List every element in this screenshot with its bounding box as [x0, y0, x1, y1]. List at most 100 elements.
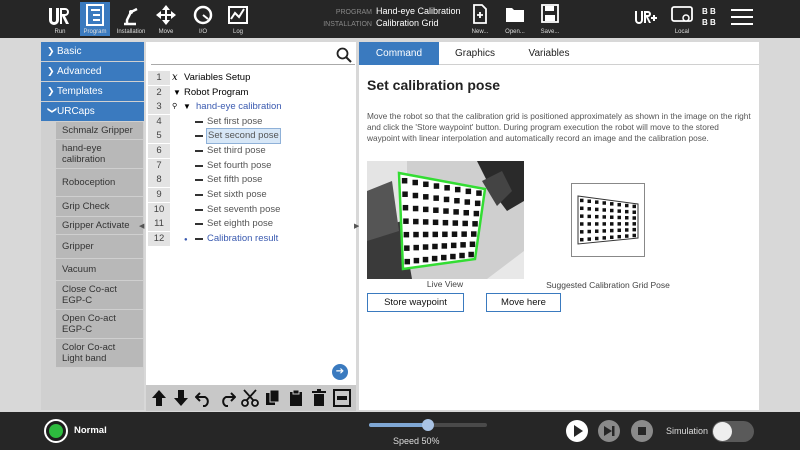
open-button[interactable]: Open...: [502, 2, 528, 36]
bb-indicator: B: [702, 7, 708, 16]
grid-dot: [422, 206, 429, 213]
grid-dot: [610, 228, 614, 233]
urcap-open-coact[interactable]: Open Co-act EGP-C: [56, 310, 143, 339]
grid-dot: [432, 219, 439, 226]
grid-dot: [460, 242, 466, 248]
grid-dot: [580, 206, 584, 211]
urcap-gripper-activate[interactable]: Gripper Activate: [56, 217, 143, 235]
search-field[interactable]: [151, 45, 355, 65]
urcap-close-coact[interactable]: Close Co-act EGP-C: [56, 281, 143, 310]
grid-dot: [413, 218, 419, 225]
category-advanced[interactable]: ❯ Advanced: [41, 62, 144, 81]
robot-arm-icon: [124, 7, 138, 26]
grid-dot: [587, 199, 591, 204]
undo-icon[interactable]: [195, 389, 213, 407]
urcap-hand-eye-calibration[interactable]: hand-eye calibration: [56, 140, 143, 169]
grid-dot: [625, 228, 629, 232]
nav-io[interactable]: I/O: [189, 2, 217, 36]
store-waypoint-button[interactable]: Store waypoint: [367, 293, 464, 312]
save-button[interactable]: Save...: [537, 2, 563, 36]
nav-log[interactable]: Log: [225, 2, 251, 36]
urcap-color-coact[interactable]: Color Co-act Light band: [56, 339, 143, 368]
urcap-vacuum[interactable]: Vacuum: [56, 259, 143, 281]
grid-dot: [441, 254, 447, 261]
tree-row[interactable]: 10 Set seventh pose: [146, 203, 356, 217]
local-control[interactable]: Local: [667, 2, 697, 36]
grid-dot: [580, 214, 584, 218]
tree-row[interactable]: 1 𝑥 Variables Setup: [146, 71, 356, 85]
expand-triangle-icon[interactable]: ▼: [183, 100, 191, 114]
speed-slider[interactable]: [369, 419, 487, 431]
tree-row[interactable]: 3 ⚲ ▼ hand-eye calibration: [146, 100, 356, 114]
expand-triangle-icon[interactable]: ▼: [173, 86, 181, 100]
grid-dot: [433, 183, 440, 189]
line-number: 1: [148, 71, 170, 85]
tree-row[interactable]: 6 Set third pose: [146, 144, 356, 158]
urcap-roboception[interactable]: Roboception: [56, 169, 143, 197]
grid-dot: [632, 216, 636, 220]
simulation-toggle[interactable]: [712, 421, 754, 442]
tree-row[interactable]: 8 Set fifth pose: [146, 173, 356, 187]
pose-node-icon: [195, 150, 203, 152]
tree-row[interactable]: 12 ● Calibration result: [146, 232, 356, 246]
grid-dot: [469, 241, 476, 248]
tree-row[interactable]: 9 Set sixth pose: [146, 188, 356, 202]
paste-clipboard-icon[interactable]: [287, 389, 305, 407]
nav-run[interactable]: Run: [48, 2, 72, 36]
grid-dot: [632, 204, 636, 209]
new-button[interactable]: New...: [467, 2, 493, 36]
menu-hamburger-icon[interactable]: [731, 9, 753, 27]
tab-command[interactable]: Command: [359, 42, 439, 65]
line-number: 3: [148, 100, 170, 114]
grid-dot: [462, 220, 468, 227]
tab-variables[interactable]: Variables: [511, 42, 587, 65]
grid-dot: [580, 237, 584, 242]
play-button[interactable]: [566, 420, 588, 442]
redo-icon[interactable]: [218, 389, 236, 407]
tree-row[interactable]: 4 Set first pose: [146, 115, 356, 129]
nav-installation[interactable]: Installation: [114, 2, 148, 36]
tab-bar: Command Graphics Variables: [359, 42, 759, 65]
tab-graphics[interactable]: Graphics: [439, 42, 511, 65]
nav-program[interactable]: Program: [80, 2, 110, 36]
grid-dot: [617, 234, 621, 239]
grid-dot: [474, 200, 481, 207]
step-button[interactable]: [598, 420, 620, 442]
tree-row-selected[interactable]: 5 Set second pose: [146, 128, 356, 144]
next-node-arrow-icon[interactable]: ➔: [332, 364, 348, 380]
grid-dot: [403, 231, 410, 238]
copy-icon[interactable]: [264, 389, 282, 407]
tree-row[interactable]: 11 Set eighth pose: [146, 217, 356, 231]
category-basic[interactable]: ❯ Basic: [41, 42, 144, 61]
top-bar: Run Program Installation Move I/O Log PR…: [0, 0, 800, 38]
tree-row[interactable]: 2 ▼ Robot Program: [146, 86, 356, 100]
cut-scissors-icon[interactable]: [241, 389, 259, 407]
category-templates[interactable]: ❯ Templates: [41, 82, 144, 101]
category-label: Templates: [57, 86, 103, 97]
line-number: 7: [148, 159, 170, 173]
tree-row[interactable]: 7 Set fourth pose: [146, 159, 356, 173]
category-urcaps[interactable]: ❯URCaps: [41, 102, 144, 121]
move-arrows-icon: [156, 5, 176, 25]
urcap-schmalz-gripper[interactable]: Schmalz Gripper: [56, 122, 143, 140]
move-here-button[interactable]: Move here: [486, 293, 561, 312]
tree-label: Set third pose: [207, 145, 266, 156]
move-down-icon[interactable]: [172, 389, 190, 407]
move-up-icon[interactable]: [150, 389, 168, 407]
status-indicator-icon[interactable]: [44, 419, 68, 443]
stop-button[interactable]: [631, 420, 653, 442]
search-icon[interactable]: [336, 47, 352, 63]
suppress-node-icon[interactable]: [333, 389, 351, 407]
grid-dot: [617, 202, 621, 207]
grid-dot: [617, 215, 621, 220]
grid-dot: [625, 203, 629, 208]
ur-plus-icon[interactable]: [633, 9, 659, 29]
speed-slider-handle[interactable]: [422, 419, 434, 431]
delete-trash-icon[interactable]: [310, 389, 328, 407]
urcap-grip-check[interactable]: Grip Check: [56, 197, 143, 217]
nav-program-label: Program: [83, 29, 107, 35]
grid-dot: [465, 188, 472, 195]
nav-move[interactable]: Move: [152, 2, 180, 36]
urcap-gripper[interactable]: Gripper: [56, 235, 143, 259]
grid-dot: [413, 231, 419, 238]
